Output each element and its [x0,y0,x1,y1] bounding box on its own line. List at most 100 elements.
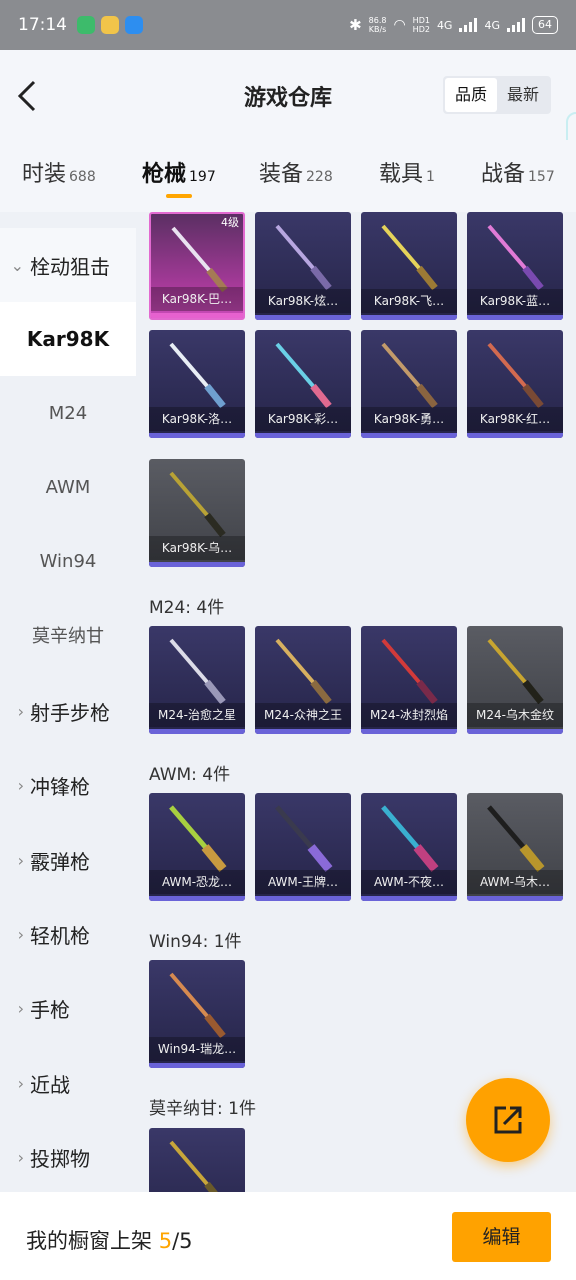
tab-supplies[interactable]: 战备 157 [481,156,555,188]
rarity-bar [255,896,351,901]
item-name: AWM-不夜… [361,870,457,894]
rifle-icon [487,805,545,872]
rifle-icon [487,342,544,409]
item-card[interactable]: Kar98K-乌… [149,459,245,567]
item-card[interactable]: Kar98K-飞… [361,212,457,320]
chevron-right-icon: › [17,1073,24,1093]
rarity-bar [151,313,243,318]
rifle-icon [275,342,332,409]
rifle-icon [275,805,333,872]
header: 游戏仓库 品质 最新 [0,50,576,207]
item-card[interactable]: Kar98K-洛… [149,330,245,438]
network-type-2: 4G [484,18,500,32]
sidebar-item-awm[interactable]: AWM [0,450,136,524]
wallet-app-icon [125,16,143,34]
item-name: M24-乌木金纹 [467,703,563,727]
item-card[interactable]: Kar98K-勇… [361,330,457,438]
battery-icon: 64 [532,16,558,34]
item-card[interactable] [149,1128,245,1192]
item-card[interactable]: AWM-王牌… [255,793,351,901]
bottom-bar: 我的橱窗上架 5/5 编辑 [0,1192,576,1280]
status-time: 17:14 [18,15,67,35]
item-card[interactable]: M24-治愈之星 [149,626,245,734]
sidebar-item-win94[interactable]: Win94 [0,524,136,598]
tab-fashion[interactable]: 时装 688 [22,156,96,188]
edit-button[interactable]: 编辑 [452,1212,551,1262]
section-header-win94: Win94: 1件 [149,932,242,952]
rifle-icon [169,1140,218,1192]
item-name: Kar98K-巴… [151,287,243,311]
rifle-icon [169,972,226,1039]
item-card[interactable]: M24-乌木金纹 [467,626,563,734]
section-header-m24: M24: 4件 [149,598,225,618]
tab-equipment[interactable]: 装备 228 [259,156,333,188]
category-tabs: 时装 688 枪械 197 装备 228 载具 1 战备 157 [0,140,576,212]
rifle-icon [275,638,332,705]
signal-icon [459,18,478,32]
tab-guns[interactable]: 枪械 197 [142,156,216,188]
rarity-bar [149,433,245,438]
section-header-mosin: 莫辛纳甘: 1件 [149,1099,256,1119]
item-card[interactable]: Win94-瑞龙… [149,960,245,1068]
rarity-bar [361,896,457,901]
rifle-icon [169,471,226,538]
rarity-bar [149,729,245,734]
share-icon [494,1106,522,1134]
share-button[interactable] [466,1078,550,1162]
sidebar-group-melee[interactable]: › 近战 [0,1046,136,1120]
item-name: Kar98K-乌… [149,536,245,560]
chevron-right-icon: › [17,701,24,721]
item-card[interactable]: Kar98K-炫… [255,212,351,320]
sidebar-group-dmr[interactable]: › 射手步枪 [0,674,136,748]
sidebar: ⌄ 栓动狙击 Kar98K M24 AWM Win94 莫辛纳甘 › 射手步枪 › 冲… [0,212,136,1192]
item-name: M24-冰封烈焰 [361,703,457,727]
sidebar-item-m24[interactable]: M24 [0,376,136,450]
item-grid: 4级 Kar98K-巴… Kar98K-炫… Kar98K-飞… Kar98K-… [136,212,576,1192]
rifle-icon [487,638,544,705]
sidebar-group-shotgun[interactable]: › 霰弹枪 [0,823,136,897]
rifle-icon [169,805,227,872]
sort-latest-button[interactable]: 最新 [497,78,549,112]
chevron-right-icon: › [17,1147,24,1167]
rarity-bar [467,315,563,320]
sort-quality-button[interactable]: 品质 [445,78,497,112]
sidebar-group-throwable[interactable]: › 投掷物 [0,1120,136,1192]
item-name: M24-众神之王 [255,703,351,727]
sidebar-item-kar98k[interactable]: Kar98K [0,302,136,376]
rarity-bar [467,729,563,734]
item-card[interactable]: 4级 Kar98K-巴… [149,212,245,320]
rarity-bar [361,729,457,734]
active-tab-indicator [166,194,192,198]
item-card[interactable]: Kar98K-蓝… [467,212,563,320]
item-name: AWM-王牌… [255,870,351,894]
chat-app-icon [77,16,95,34]
item-card[interactable]: AWM-恐龙… [149,793,245,901]
item-card[interactable]: Kar98K-红… [467,330,563,438]
item-name: Kar98K-蓝… [467,289,563,313]
tab-vehicles[interactable]: 载具 1 [379,156,435,188]
item-card[interactable]: AWM-不夜… [361,793,457,901]
status-bar: 17:14 ✱ 86.8 KB/s ◠ HD1 HD2 4G 4G 64 [0,0,576,50]
sidebar-group-bolt-action[interactable]: ⌄ 栓动狙击 [0,228,136,302]
rifle-icon [381,638,438,705]
bluetooth-icon: ✱ [349,16,362,34]
rarity-bar [149,896,245,901]
net-speed: 86.8 KB/s [368,16,387,34]
item-name: Kar98K-勇… [361,407,457,431]
sidebar-group-pistol[interactable]: › 手枪 [0,971,136,1045]
wifi-icon: ◠ [393,17,406,33]
item-card[interactable]: AWM-乌木… [467,793,563,901]
item-name: Win94-瑞龙… [149,1037,245,1061]
item-card[interactable]: M24-众神之王 [255,626,351,734]
rarity-bar [255,433,351,438]
item-name: Kar98K-炫… [255,289,351,313]
item-card[interactable]: Kar98K-彩… [255,330,351,438]
rarity-bar [255,729,351,734]
sidebar-group-smg[interactable]: › 冲锋枪 [0,748,136,822]
sidebar-item-mosin[interactable]: 莫辛纳甘 [0,598,136,672]
game-app-icon [101,16,119,34]
item-card[interactable]: M24-冰封烈焰 [361,626,457,734]
item-name: Kar98K-红… [467,407,563,431]
item-name: Kar98K-彩… [255,407,351,431]
sidebar-group-lmg[interactable]: › 轻机枪 [0,897,136,971]
